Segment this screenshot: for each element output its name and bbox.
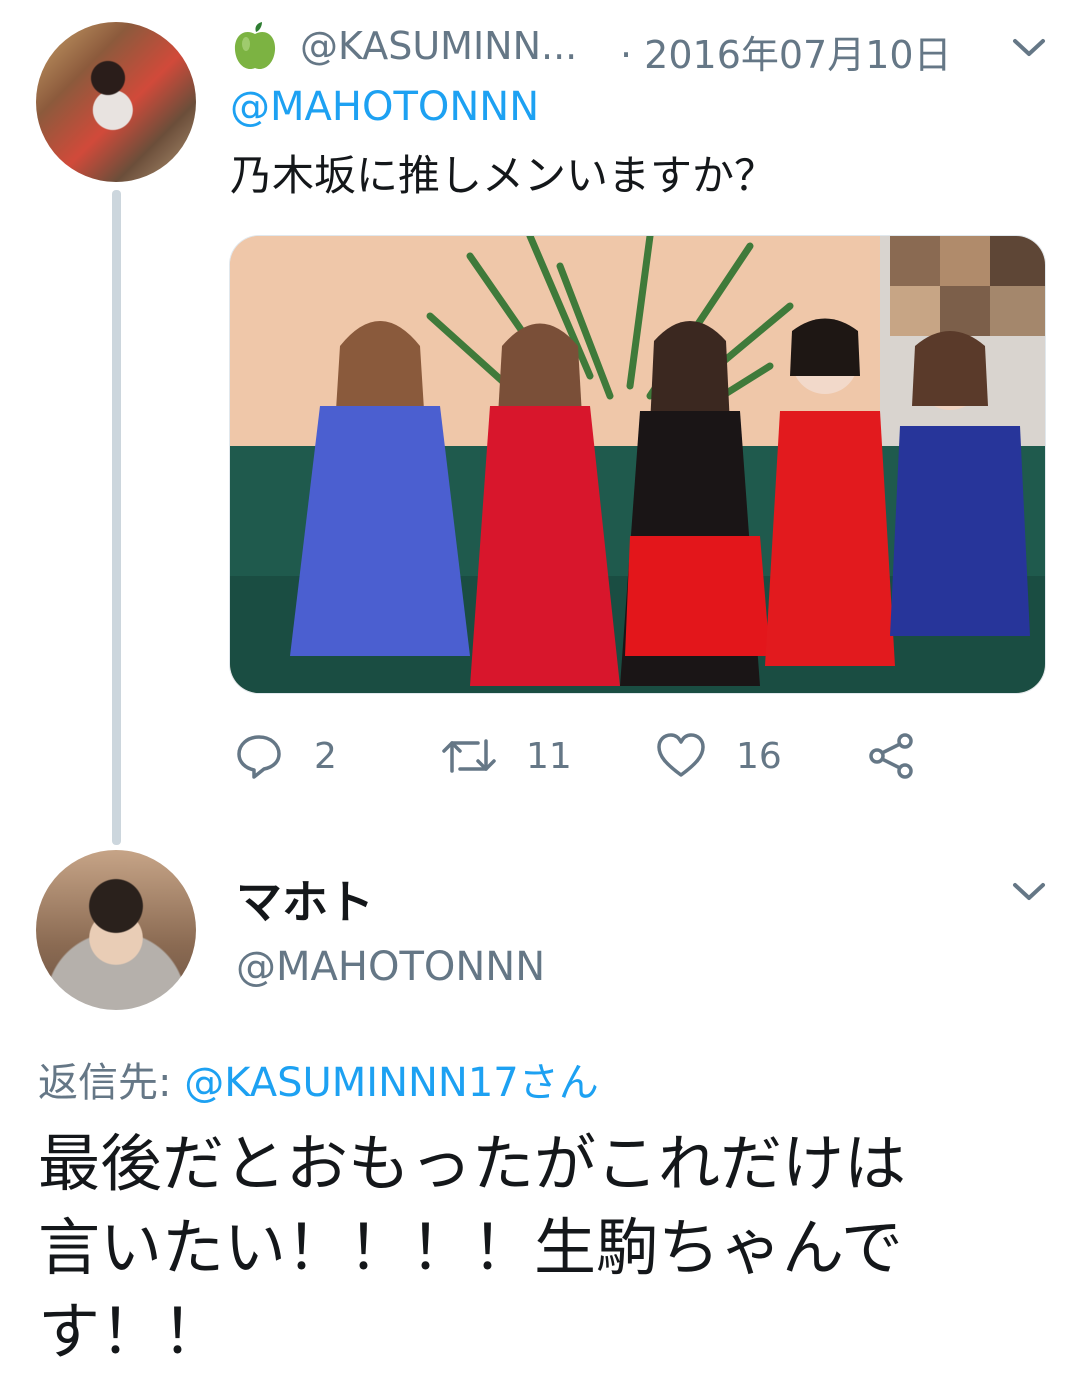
tweet-date[interactable]: · 2016年07月10日 [620, 24, 952, 79]
green-apple-icon [234, 22, 276, 70]
share-icon [869, 733, 913, 779]
share-button[interactable] [866, 728, 946, 784]
replying-to-mention[interactable]: @KASUMINNN17さん [184, 1060, 599, 1106]
user-handle[interactable]: @MAHOTONNN [236, 944, 545, 990]
tweet-text-line: す！！ [38, 1295, 225, 1368]
retweet-icon [442, 739, 496, 773]
like-count: 16 [736, 735, 782, 777]
reply-count: 2 [314, 735, 337, 777]
tweet-author-handle[interactable]: @KASUMINN... [300, 24, 577, 68]
display-name[interactable]: マホト [236, 866, 374, 932]
reply-to-mention[interactable]: @MAHOTONNN [230, 84, 539, 130]
retweet-button[interactable]: 11 [442, 728, 572, 784]
avatar[interactable] [36, 22, 196, 182]
tweet-text-line: 言いたい！！！！生駒ちゃんで [38, 1211, 903, 1284]
tweet-text-line: 最後だとおもったがこれだけは [38, 1127, 907, 1200]
replying-to: 返信先: @KASUMINNN17さん [38, 1050, 599, 1108]
replying-label: 返信先: [38, 1060, 172, 1106]
tweet-photo[interactable] [229, 235, 1046, 694]
reply-icon [237, 735, 281, 779]
tweet-text: 乃木坂に推しメンいますか？ [230, 151, 777, 200]
chevron-down-icon[interactable] [1012, 882, 1046, 902]
heart-icon [657, 733, 705, 777]
photo-content [230, 236, 1045, 693]
chevron-down-icon[interactable] [1012, 38, 1046, 58]
tweet-text: 最後だとおもったがこれだけは 言いたい！！！！生駒ちゃんで す！！ [38, 1122, 1048, 1374]
like-button[interactable]: 16 [656, 728, 782, 784]
avatar[interactable] [36, 850, 196, 1010]
thread-connector-line [112, 190, 121, 845]
retweet-count: 11 [526, 735, 572, 777]
reply-button[interactable]: 2 [234, 728, 337, 784]
